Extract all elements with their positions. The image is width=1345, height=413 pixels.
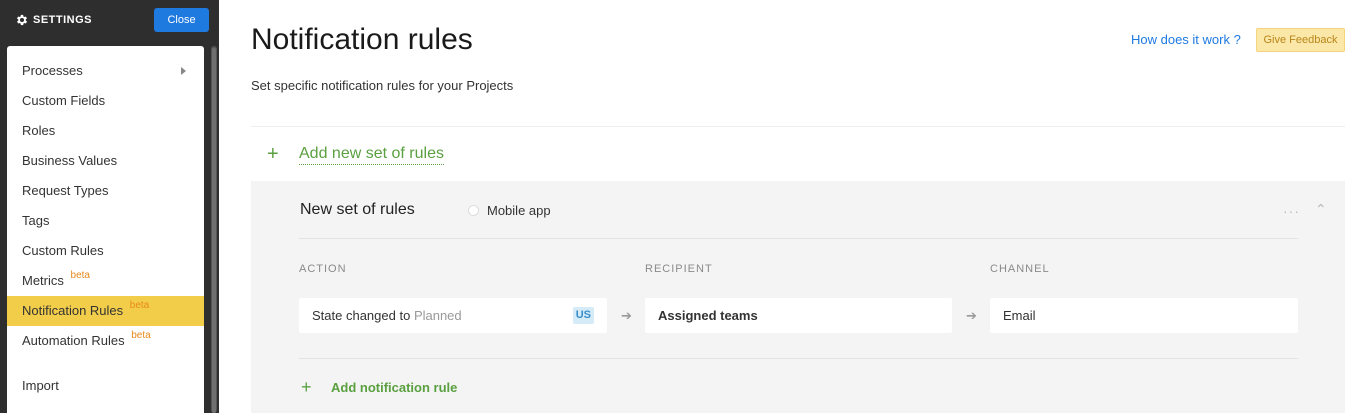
plus-icon: +: [267, 143, 279, 165]
sidebar-item-label: Notification Rules: [22, 303, 124, 318]
divider: [251, 126, 1345, 127]
divider: [299, 238, 1298, 239]
settings-sidebar: SETTINGS Close Processes Custom Fields R…: [0, 0, 219, 413]
how-it-works-link[interactable]: How does it work ?: [1131, 32, 1241, 47]
sidebar-item-notification-rules[interactable]: Notification Rules beta: [7, 296, 204, 326]
add-new-set-button[interactable]: + Add new set of rules: [267, 143, 444, 166]
sidebar-item-processes[interactable]: Processes: [7, 56, 204, 86]
sidebar-item-label: Business Values: [22, 153, 118, 168]
column-header-action: ACTION: [299, 263, 347, 275]
sidebar-item-metrics[interactable]: Metrics beta: [7, 266, 204, 296]
sidebar-header: SETTINGS Close: [0, 0, 219, 42]
page-subtitle: Set specific notification rules for your…: [251, 78, 514, 93]
sidebar-item-label: Processes: [22, 63, 83, 78]
beta-badge: beta: [131, 330, 151, 341]
mobile-app-radio[interactable]: [468, 205, 479, 216]
give-feedback-button[interactable]: Give Feedback: [1256, 28, 1345, 52]
action-value: Planned: [413, 308, 462, 323]
chevron-right-icon: [181, 67, 186, 75]
sidebar-item-custom-fields[interactable]: Custom Fields: [7, 86, 204, 116]
beta-badge: beta: [70, 270, 90, 281]
beta-badge: beta: [129, 300, 150, 311]
mobile-app-label[interactable]: Mobile app: [487, 203, 551, 218]
action-prefix: State changed to: [312, 308, 411, 323]
sidebar-title-text: SETTINGS: [33, 14, 93, 26]
rule-set-panel: New set of rules Mobile app ··· ⌃ ACTION…: [251, 181, 1345, 413]
sidebar-item-request-types[interactable]: Request Types: [7, 176, 204, 206]
sidebar-item-label: Custom Rules: [22, 243, 104, 258]
sidebar-item-label: Custom Fields: [22, 93, 106, 108]
settings-menu: Processes Custom Fields Roles Business V…: [7, 46, 204, 413]
user-story-badge: US: [572, 307, 594, 324]
divider: [299, 358, 1298, 359]
arrow-right-icon: ➔: [966, 308, 977, 323]
close-button[interactable]: Close: [154, 8, 209, 32]
action-field[interactable]: State changed to Planned US: [299, 298, 607, 333]
sidebar-item-label: Request Types: [22, 183, 109, 198]
sidebar-item-business-values[interactable]: Business Values: [7, 146, 204, 176]
sidebar-scrollbar-thumb[interactable]: [212, 48, 216, 413]
gear-icon: [16, 14, 28, 26]
column-header-channel: CHANNEL: [990, 263, 1050, 275]
page-title: Notification rules: [251, 23, 473, 56]
sidebar-item-automation-rules[interactable]: Automation Rules beta: [7, 326, 204, 356]
sidebar-item-label: Tags: [22, 213, 50, 228]
rule-set-name[interactable]: New set of rules: [300, 201, 415, 219]
recipient-field[interactable]: Assigned teams: [645, 298, 952, 333]
sidebar-item-roles[interactable]: Roles: [7, 116, 204, 146]
chevron-up-icon[interactable]: ⌃: [1315, 201, 1327, 218]
sidebar-item-label: Metrics: [22, 273, 64, 288]
add-notification-rule-button[interactable]: + Add notification rule: [301, 377, 457, 398]
plus-icon: +: [301, 377, 312, 397]
add-notification-rule-label: Add notification rule: [331, 380, 458, 395]
sidebar-item-label: Roles: [22, 123, 56, 138]
arrow-right-icon: ➔: [621, 308, 632, 323]
sidebar-title: SETTINGS: [15, 13, 92, 27]
add-new-set-label: Add new set of rules: [299, 145, 444, 165]
sidebar-item-tags[interactable]: Tags: [7, 206, 204, 236]
sidebar-item-label: Import: [22, 378, 59, 393]
more-options-icon[interactable]: ···: [1283, 203, 1300, 219]
column-header-recipient: RECIPIENT: [645, 263, 713, 275]
sidebar-item-import[interactable]: Import: [7, 371, 204, 401]
sidebar-item-label: Automation Rules: [22, 333, 125, 348]
channel-field[interactable]: Email: [990, 298, 1298, 333]
sidebar-item-custom-rules[interactable]: Custom Rules: [7, 236, 204, 266]
